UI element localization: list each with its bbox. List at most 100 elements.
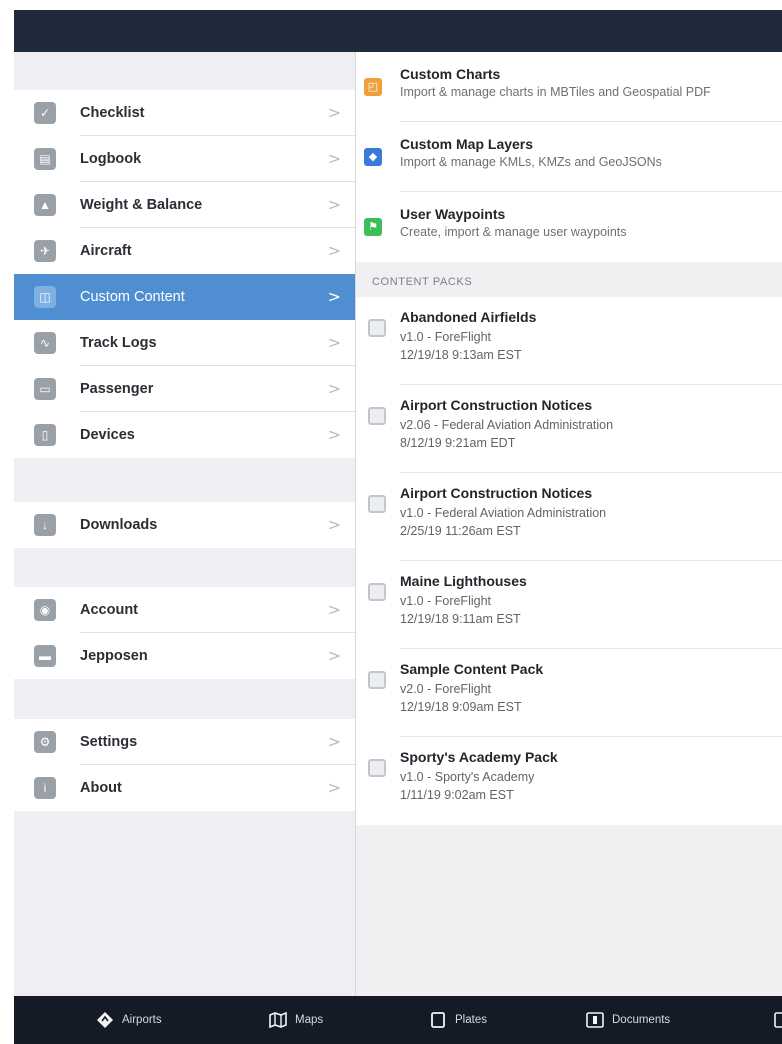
item-subtitle: Create, import & manage user waypoints	[400, 225, 627, 239]
pack-version: v1.0 - ForeFlight	[400, 594, 492, 608]
list-item-user-waypoints[interactable]: ⚑ User Waypoints Create, import & manage…	[356, 192, 782, 262]
item-title: User Waypoints	[400, 206, 506, 222]
tab-plates[interactable]: Plates	[429, 996, 487, 1044]
tab-airports[interactable]: Airports	[96, 996, 162, 1044]
pack-version: v2.0 - ForeFlight	[400, 682, 492, 696]
checkbox[interactable]	[368, 583, 386, 601]
tab-label: Documents	[612, 1014, 671, 1026]
sidebar: ✓ Checklist > ▤ Logbook > ▲ Weight & Bal…	[14, 52, 355, 996]
pack-date: 1/11/19 9:02am EST	[400, 788, 514, 802]
logbook-icon: ▤	[34, 148, 56, 170]
item-subtitle: Import & manage KMLs, KMZs and GeoJSONs	[400, 155, 662, 169]
sidebar-item-settings[interactable]: ⚙ Settings >	[14, 719, 355, 765]
top-navigation-bar	[14, 10, 782, 52]
item-title: Custom Charts	[400, 66, 501, 82]
chevron-right-icon: >	[327, 600, 341, 619]
sidebar-item-label: About	[80, 780, 122, 796]
charts-icon: ◰	[364, 78, 382, 96]
tab-partially-visible[interactable]	[774, 996, 782, 1044]
list-item-custom-map-layers[interactable]: ◆ Custom Map Layers Import & manage KMLs…	[356, 122, 782, 192]
scale-icon: ▲	[34, 194, 56, 216]
pack-date: 2/25/19 11:26am EST	[400, 524, 521, 538]
pack-version: v1.0 - Sporty's Academy	[400, 770, 535, 784]
chevron-right-icon: >	[327, 333, 341, 352]
sidebar-item-label: Account	[80, 602, 138, 618]
airports-diamond-icon	[97, 1012, 113, 1028]
pack-date: 12/19/18 9:13am EST	[400, 348, 522, 362]
app-body: ✓ Checklist > ▤ Logbook > ▲ Weight & Bal…	[14, 52, 782, 996]
airplane-icon: ✈	[34, 240, 56, 262]
list-item-content-pack[interactable]: Airport Construction Notices v1.0 - Fede…	[356, 473, 782, 561]
checkbox[interactable]	[368, 759, 386, 777]
chevron-right-icon: >	[327, 241, 341, 260]
chevron-right-icon: >	[327, 515, 341, 534]
pack-title: Airport Construction Notices	[400, 397, 593, 413]
chevron-right-icon: >	[327, 103, 341, 122]
sidebar-item-downloads[interactable]: ↓ Downloads >	[14, 502, 355, 548]
checkbox[interactable]	[368, 407, 386, 425]
info-icon: i	[34, 777, 56, 799]
documents-icon	[586, 1012, 604, 1028]
pack-title: Airport Construction Notices	[400, 485, 593, 501]
chevron-right-icon: >	[327, 732, 341, 751]
pack-version: v1.0 - ForeFlight	[400, 330, 492, 344]
tab-maps[interactable]: Maps	[269, 996, 323, 1044]
sidebar-group-main: ✓ Checklist > ▤ Logbook > ▲ Weight & Bal…	[14, 90, 355, 458]
pack-date: 12/19/18 9:09am EST	[400, 700, 522, 714]
sidebar-item-about[interactable]: i About >	[14, 765, 355, 811]
pack-title: Sample Content Pack	[400, 661, 544, 677]
sidebar-item-logbook[interactable]: ▤ Logbook >	[14, 136, 355, 182]
pack-title: Sporty's Academy Pack	[400, 749, 558, 765]
chevron-right-icon: >	[327, 778, 341, 797]
tab-icon	[774, 1012, 782, 1028]
pack-title: Maine Lighthouses	[400, 573, 527, 589]
sidebar-item-aircraft[interactable]: ✈ Aircraft >	[14, 228, 355, 274]
sidebar-item-track-logs[interactable]: ∿ Track Logs >	[14, 320, 355, 366]
checkbox[interactable]	[368, 495, 386, 513]
settings-icon: ⚙	[34, 731, 56, 753]
chevron-right-icon: >	[327, 195, 341, 214]
list-item-content-pack[interactable]: Sporty's Academy Pack v1.0 - Sporty's Ac…	[356, 737, 782, 825]
sidebar-item-jeppesen[interactable]: ▬ Jepposen >	[14, 633, 355, 679]
list-item-custom-charts[interactable]: ◰ Custom Charts Import & manage charts i…	[356, 52, 782, 122]
list-item-content-pack[interactable]: Airport Construction Notices v2.06 - Fed…	[356, 385, 782, 473]
sidebar-item-devices[interactable]: ▯ Devices >	[14, 412, 355, 458]
chevron-right-icon: >	[327, 425, 341, 444]
item-title: Custom Map Layers	[400, 136, 534, 152]
chevron-right-icon: >	[327, 287, 341, 306]
sidebar-group-downloads: ↓ Downloads >	[14, 502, 355, 548]
tab-documents[interactable]: Documents	[586, 996, 670, 1044]
sidebar-group-settings: ⚙ Settings > i About >	[14, 719, 355, 811]
sidebar-item-custom-content[interactable]: ◫ Custom Content >	[14, 274, 355, 320]
sidebar-item-checklist[interactable]: ✓ Checklist >	[14, 90, 355, 136]
checkbox[interactable]	[368, 671, 386, 689]
sidebar-item-label: Passenger	[80, 381, 154, 397]
sidebar-item-label: Weight & Balance	[80, 197, 203, 213]
pack-date: 8/12/19 9:21am EDT	[400, 436, 516, 450]
maps-icon	[269, 1012, 287, 1028]
tab-label: Maps	[295, 1014, 324, 1026]
sidebar-item-label: Checklist	[80, 105, 145, 121]
jeppesen-icon: ▬	[34, 645, 56, 667]
sidebar-item-label: Logbook	[80, 151, 142, 167]
content-packs-list: Abandoned Airfields v1.0 - ForeFlight 12…	[356, 297, 782, 825]
sidebar-item-label: Track Logs	[80, 335, 157, 351]
map-layers-icon: ◆	[364, 148, 382, 166]
tab-label: Airports	[122, 1014, 162, 1026]
list-item-content-pack[interactable]: Maine Lighthouses v1.0 - ForeFlight 12/1…	[356, 561, 782, 649]
sidebar-item-label: Settings	[80, 734, 138, 750]
list-item-content-pack[interactable]: Sample Content Pack v2.0 - ForeFlight 12…	[356, 649, 782, 737]
sidebar-group-account: ◉ Account > ▬ Jepposen >	[14, 587, 355, 679]
tab-label: Plates	[455, 1014, 487, 1026]
download-icon: ↓	[34, 514, 56, 536]
sidebar-item-weight-balance[interactable]: ▲ Weight & Balance >	[14, 182, 355, 228]
chevron-right-icon: >	[327, 149, 341, 168]
track-log-icon: ∿	[34, 332, 56, 354]
checkbox[interactable]	[368, 319, 386, 337]
flag-icon: ⚑	[364, 218, 382, 236]
sidebar-item-label: Aircraft	[80, 243, 132, 259]
list-item-content-pack[interactable]: Abandoned Airfields v1.0 - ForeFlight 12…	[356, 297, 782, 385]
sidebar-item-account[interactable]: ◉ Account >	[14, 587, 355, 633]
passenger-screen-icon: ▭	[34, 378, 56, 400]
sidebar-item-passenger[interactable]: ▭ Passenger >	[14, 366, 355, 412]
